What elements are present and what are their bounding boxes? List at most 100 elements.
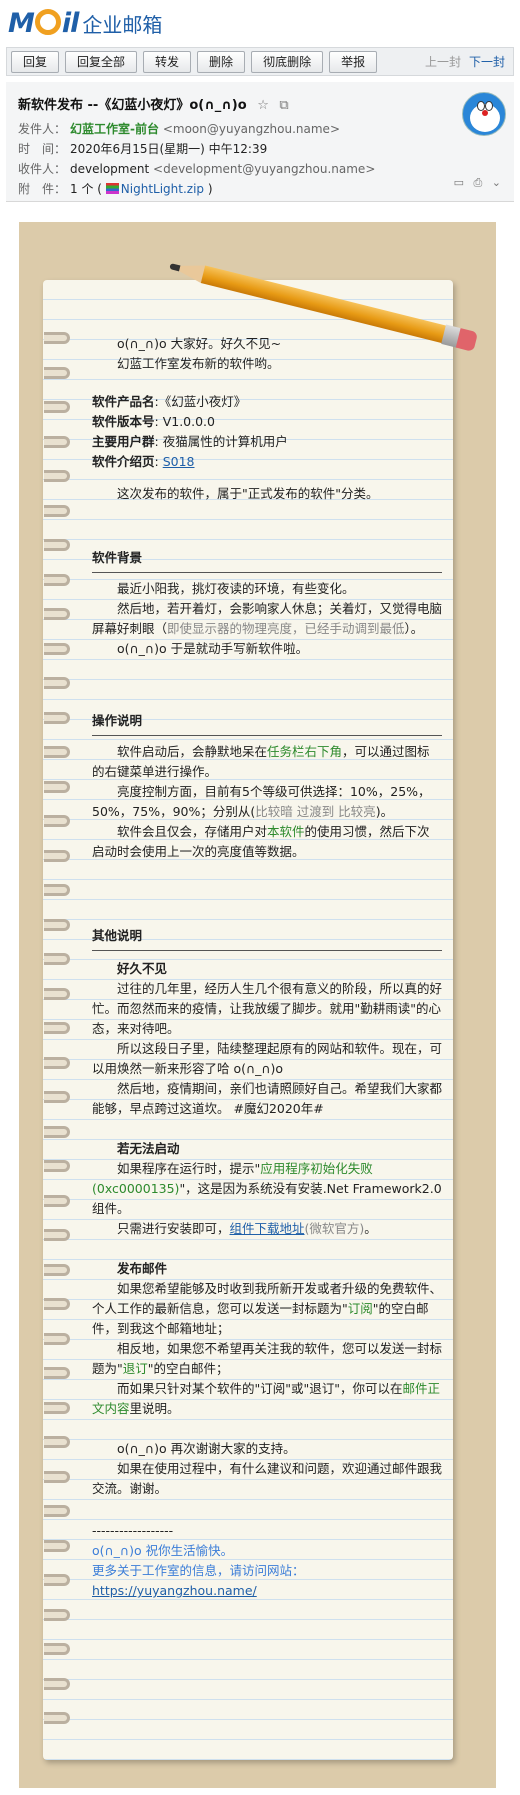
- notebook-ring: [44, 1574, 70, 1586]
- publish-mail-title: 发布邮件: [117, 1261, 168, 1276]
- notebook-ring: [44, 539, 70, 551]
- sender-name[interactable]: 幻蓝工作室-前台: [70, 122, 159, 136]
- notebook-ring: [44, 677, 70, 689]
- mail-navigation: 上一封 下一封: [425, 53, 513, 70]
- long-para-1: 过往的几年里，经历人生几个很有意义的阶段，所以真的好忙。而忽然而来的疫情，让我放…: [92, 981, 443, 1036]
- component-download-link[interactable]: 组件下载地址: [230, 1221, 305, 1236]
- avatar[interactable]: [462, 92, 506, 136]
- category-text: 这次发布的软件，属于"正式发布的软件"分类。: [117, 486, 379, 501]
- notebook-ring: [44, 1022, 70, 1034]
- to-row: 收件人： development <development@yuyangzhou.…: [18, 160, 375, 177]
- mail-subject: 新软件发布 --《幻蓝小夜灯》o(∩_∩)o ☆ ⧉: [18, 94, 289, 113]
- notebook-ring: [44, 1608, 70, 1621]
- notebook-ring: [44, 1056, 70, 1069]
- star-icon[interactable]: ☆: [257, 98, 269, 113]
- attachment-row: 附 件： 1 个 ( NightLight.zip ): [18, 180, 213, 197]
- attachment-label: 附 件：: [18, 182, 67, 196]
- notebook-ring: [44, 1401, 70, 1414]
- forward-button[interactable]: 转发: [143, 50, 192, 73]
- long-para-2: 所以这段日子里，陆续整理起原有的网站和软件。现在，可以用焕然一新来形容了哈 o(…: [92, 1041, 443, 1076]
- greeting-line-2: 幻蓝工作室发布新的软件哟。: [117, 356, 280, 371]
- attachment-close: ): [207, 182, 213, 196]
- notebook-ring: [44, 608, 70, 620]
- from-row: 发件人： 幻蓝工作室-前台 <moon@yuyangzhou.name>: [18, 120, 340, 137]
- notebook-ring: [44, 332, 70, 344]
- long-para-3: 然后地，疫情期间，亲们也请照顾好自己。希望我们大家都能够，早点跨过这道坎。 #魔…: [92, 1081, 443, 1116]
- greeting-line-1: o(∩_∩)o 大家好。好久不见~: [117, 336, 282, 351]
- recipient-name[interactable]: development: [70, 162, 149, 176]
- notebook-ring: [44, 366, 70, 379]
- section-background-title: 软件背景: [92, 548, 442, 573]
- notebook-ring: [44, 401, 70, 413]
- pub-para-3: 而如果只针对某个软件的"订阅"或"退订"，你可以在邮件正文内容里说明。: [92, 1381, 441, 1416]
- notebook-ring: [44, 953, 70, 965]
- header-tools-icon[interactable]: ▭ ⎙ ⌄: [454, 176, 504, 190]
- notebook-ring: [44, 470, 70, 482]
- info-intro-page: 软件介绍页: S018: [92, 454, 195, 469]
- next-mail-link[interactable]: 下一封: [469, 53, 505, 70]
- notebook-ring: [44, 849, 70, 862]
- reply-button[interactable]: 回复: [11, 50, 60, 73]
- op-para-2: 亮度控制方面，目前有5个等级可供选择：10%，25%，50%，75%，90%；分…: [92, 784, 431, 819]
- bg-para-3: o(∩_∩)o 于是就动手写新软件啦。: [117, 641, 309, 656]
- notebook-ring: [44, 780, 70, 793]
- notebook-ring: [44, 1367, 70, 1379]
- notebook-ring: [44, 987, 70, 1000]
- time-row: 时 间： 2020年6月15日(星期一) 中午12:39: [18, 140, 267, 157]
- info-version: 软件版本号: V1.0.0.0: [92, 414, 215, 429]
- attachment-count: 1 个 (: [70, 182, 102, 196]
- letter-body: o(∩_∩)o 大家好。好久不见~ 幻蓝工作室发布新的软件哟。 软件产品名:《幻…: [92, 334, 442, 1601]
- prev-mail-link: 上一封: [424, 55, 461, 69]
- fail-para-2: 只需进行安装即可，组件下载地址(微软官方)。: [117, 1221, 377, 1236]
- website-link[interactable]: https://yuyangzhou.name/: [92, 1583, 257, 1598]
- notebook-ring: [44, 815, 70, 827]
- delete-button[interactable]: 删除: [197, 50, 246, 73]
- report-button[interactable]: 举报: [329, 50, 378, 73]
- notebook-ring: [44, 1712, 70, 1724]
- delete-permanently-button[interactable]: 彻底删除: [251, 50, 324, 73]
- notebook-ring: [44, 1194, 70, 1207]
- attachment-link[interactable]: NightLight.zip: [121, 182, 204, 196]
- notebook-ring: [44, 1091, 70, 1103]
- signature-divider: ------------------: [92, 1523, 174, 1538]
- thanks-line-1: o(∩_∩)o 再次谢谢大家的支持。: [117, 1441, 296, 1456]
- thanks-line-2: 如果在使用过程中，有什么建议和问题，欢迎通过邮件跟我交流。谢谢。: [92, 1461, 443, 1496]
- to-label: 收件人：: [18, 162, 67, 176]
- intro-page-link[interactable]: S018: [163, 454, 195, 469]
- notebook-ring: [44, 1643, 70, 1655]
- info-users: 主要用户群: 夜猫属性的计算机用户: [92, 434, 288, 449]
- reply-all-button[interactable]: 回复全部: [65, 50, 138, 73]
- notebook-ring: [44, 1125, 70, 1138]
- signature-line-1: o(∩_∩)o 祝你生活愉快。: [92, 1543, 234, 1558]
- op-para-1: 软件启动后，会静默地呆在任务栏右下角，可以通过图标的右键菜单进行操作。: [92, 744, 430, 779]
- time-label: 时 间：: [18, 142, 67, 156]
- notebook-ring: [44, 1298, 70, 1310]
- notebook-ring: [44, 642, 70, 655]
- notebook-ring: [44, 1677, 70, 1690]
- notebook-ring: [44, 1332, 70, 1345]
- pub-para-1: 如果您希望能够及时收到我所新开发或者升级的免费软件、个人工作的最新信息，您可以发…: [92, 1281, 443, 1336]
- notebook-ring: [44, 884, 70, 896]
- fail-para-1: 如果程序在运行时，提示"应用程序初始化失败(0xc0000135)"，这是因为系…: [92, 1161, 442, 1216]
- op-para-3: 软件会且仅会，存储用户对本软件的使用习惯，然后下次启动时会使用上一次的亮度值等数…: [92, 824, 430, 859]
- section-operation-title: 操作说明: [92, 711, 442, 736]
- notebook-ring: [44, 1229, 70, 1241]
- bg-para-2: 然后地，若开着灯，会影响家人休息；关着灯，又觉得电脑屏幕好刺眼（即使显示器的物理…: [92, 601, 443, 636]
- popout-icon[interactable]: ⧉: [279, 98, 288, 113]
- sent-time: 2020年6月15日(星期一) 中午12:39: [70, 142, 268, 156]
- mail-header: 新软件发布 --《幻蓝小夜灯》o(∩_∩)o ☆ ⧉ 发件人： 幻蓝工作室-前台 …: [6, 82, 514, 202]
- logo-product-name: 企业邮箱: [82, 12, 163, 37]
- mail-logo: Mil 企业邮箱: [8, 6, 162, 40]
- zip-file-icon: [105, 183, 119, 194]
- notebook-ring: [44, 504, 70, 517]
- notebook-ring: [44, 1263, 70, 1276]
- mail-toolbar: 回复 回复全部 转发 删除 彻底删除 举报 上一封 下一封: [6, 47, 514, 76]
- notebook-ring: [44, 435, 70, 448]
- recipient-address: <development@yuyangzhou.name>: [153, 162, 376, 176]
- subject-text: 新软件发布 --《幻蓝小夜灯》o(∩_∩)o: [18, 98, 247, 113]
- notebook-ring: [44, 573, 70, 586]
- notebook-ring: [44, 1505, 70, 1517]
- notebook-ring: [44, 711, 70, 724]
- notebook-ring: [44, 1436, 70, 1448]
- section-other-title: 其他说明: [92, 926, 442, 951]
